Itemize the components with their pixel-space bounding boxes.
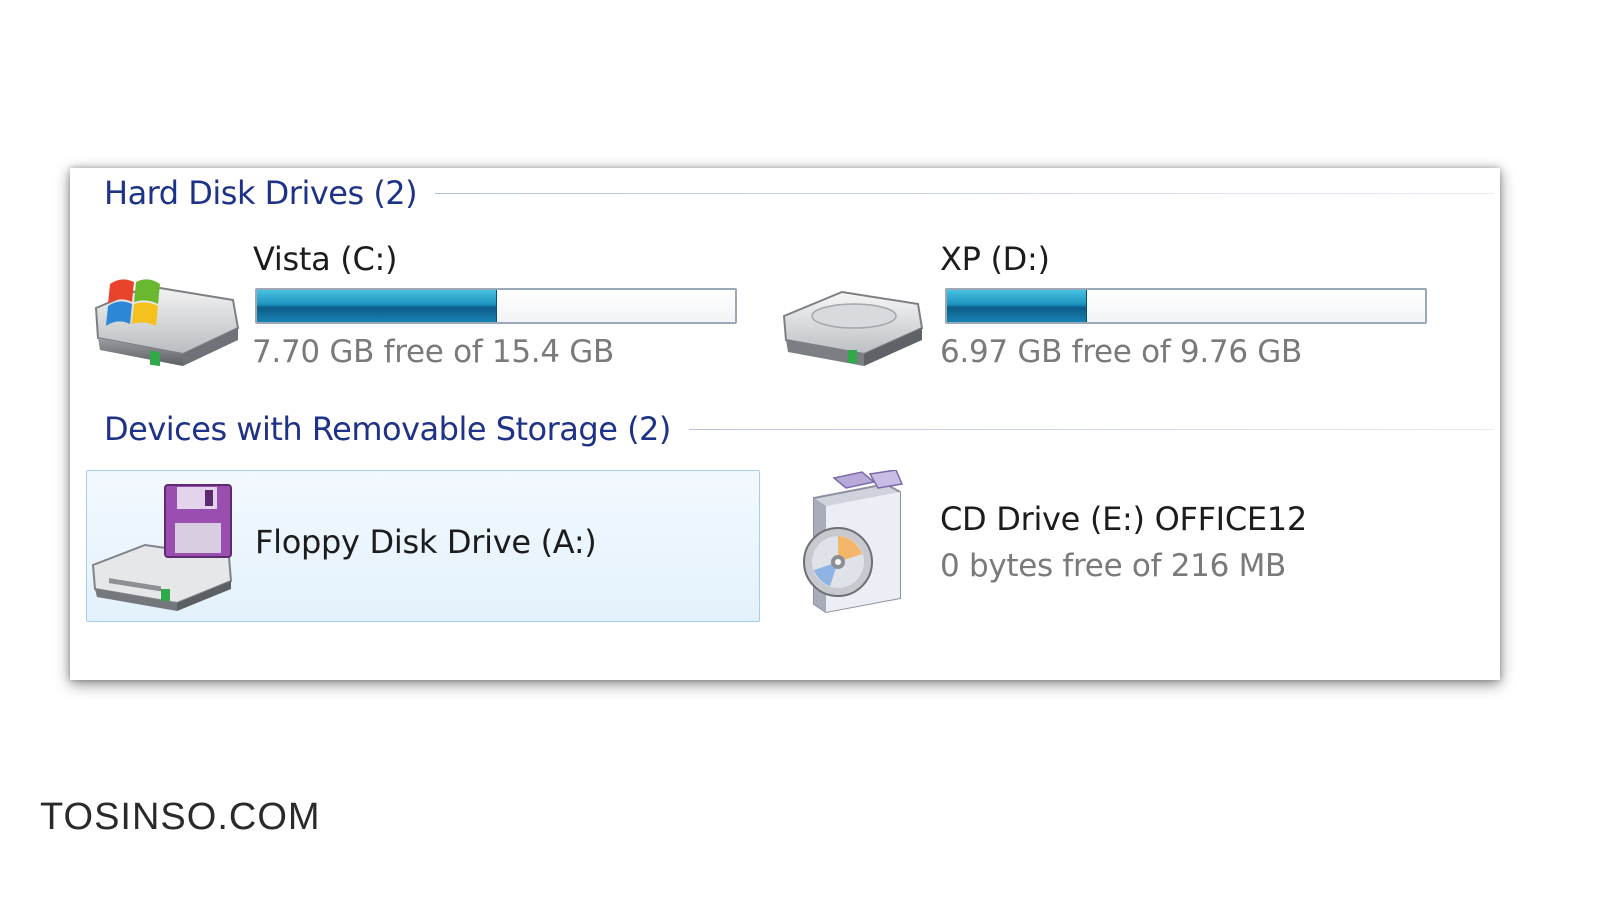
group-title: Hard Disk Drives (2)	[104, 174, 418, 212]
cd-drive-icon	[803, 470, 904, 614]
stage: Hard Disk Drives (2) Vista (C:) 7.70 GB …	[0, 0, 1600, 900]
drive-free-space: 6.97 GB free of 9.76 GB	[940, 334, 1302, 370]
group-header-removable-storage[interactable]: Devices with Removable Storage (2)	[104, 410, 1494, 448]
drive-name: Floppy Disk Drive (A:)	[255, 523, 597, 561]
hard-drive-icon	[782, 290, 924, 366]
drive-free-space: 0 bytes free of 216 MB	[940, 548, 1286, 584]
drive-item-c[interactable]: Vista (C:) 7.70 GB free of 15.4 GB	[88, 238, 748, 388]
capacity-bar	[255, 288, 737, 324]
drive-name: Vista (C:)	[253, 240, 398, 278]
group-title: Devices with Removable Storage (2)	[104, 410, 671, 448]
drive-item-e[interactable]: CD Drive (E:) OFFICE12 0 bytes free of 2…	[778, 470, 1438, 620]
capacity-bar-fill	[947, 290, 1087, 322]
group-divider	[688, 428, 1494, 430]
drive-item-d[interactable]: XP (D:) 6.97 GB free of 9.76 GB	[778, 238, 1438, 388]
windows-hard-drive-icon	[94, 279, 240, 367]
capacity-bar	[945, 288, 1427, 324]
drive-item-a[interactable]: Floppy Disk Drive (A:)	[86, 470, 760, 622]
drive-free-space: 7.70 GB free of 15.4 GB	[252, 334, 614, 370]
floppy-drive-icon	[91, 484, 233, 611]
drive-name: XP (D:)	[940, 240, 1050, 278]
drive-name: CD Drive (E:) OFFICE12	[940, 500, 1307, 538]
computer-drives-panel: Hard Disk Drives (2) Vista (C:) 7.70 GB …	[70, 168, 1500, 680]
group-header-hard-disk-drives[interactable]: Hard Disk Drives (2)	[104, 174, 1494, 212]
capacity-bar-fill	[257, 290, 497, 322]
group-divider	[435, 192, 1494, 194]
watermark: TOSINSO.COM	[40, 796, 321, 838]
